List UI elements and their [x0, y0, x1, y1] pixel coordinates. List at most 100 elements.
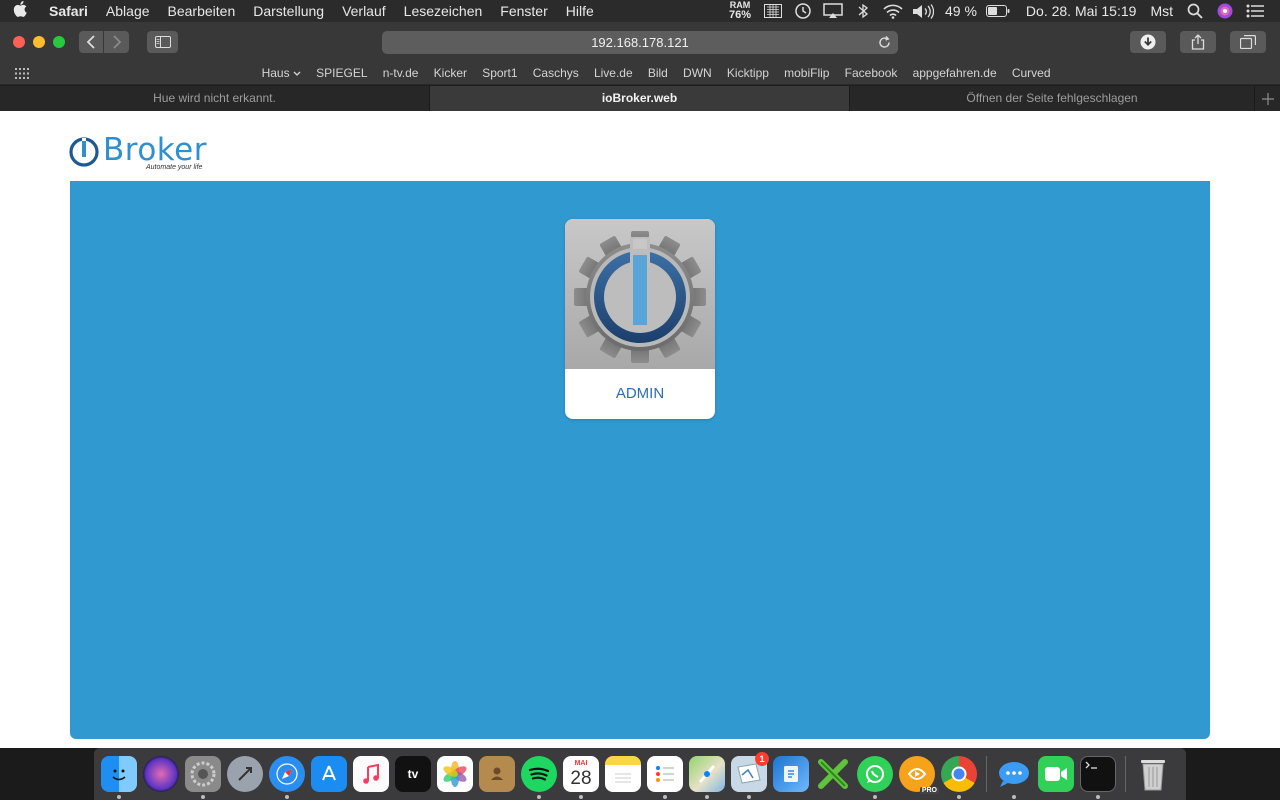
- dock-safari[interactable]: [266, 748, 308, 800]
- running-indicator: [663, 795, 667, 799]
- reminders-icon: [647, 756, 683, 792]
- user-name[interactable]: Mst: [1143, 0, 1180, 22]
- siri-icon[interactable]: [1210, 0, 1240, 22]
- dock-spotify[interactable]: [518, 748, 560, 800]
- menu-bearbeiten[interactable]: Bearbeiten: [159, 0, 245, 22]
- new-tab-button[interactable]: [1255, 86, 1280, 111]
- ram-monitor[interactable]: RAM 76%: [722, 1, 758, 21]
- tab-hue[interactable]: Hue wird nicht erkannt.: [0, 86, 430, 111]
- dock-finder[interactable]: [98, 748, 140, 800]
- dock-reminders[interactable]: [644, 748, 686, 800]
- battery-percentage[interactable]: 49 %: [938, 0, 984, 22]
- bluetooth-icon[interactable]: [848, 0, 878, 22]
- music-icon: [353, 756, 389, 792]
- downloads-button[interactable]: [1130, 31, 1166, 53]
- favorite-dwn[interactable]: DWN: [675, 62, 719, 85]
- cpu-grid-icon[interactable]: [758, 0, 788, 22]
- favorite-bild[interactable]: Bild: [640, 62, 675, 85]
- iobroker-logo[interactable]: Broker Automate your life: [69, 132, 229, 171]
- dock-app-store[interactable]: [308, 748, 350, 800]
- dock-calendar[interactable]: MAI 28: [560, 748, 602, 800]
- whatsapp-icon: [857, 756, 893, 792]
- download-icon: [1140, 34, 1156, 50]
- favorite-haus[interactable]: Haus: [254, 62, 309, 85]
- dock-xmind[interactable]: [812, 748, 854, 800]
- menu-ablage[interactable]: Ablage: [97, 0, 159, 22]
- forward-button[interactable]: [104, 31, 129, 53]
- menu-app-safari[interactable]: Safari: [40, 0, 97, 22]
- address-bar[interactable]: 192.168.178.121: [382, 31, 898, 54]
- fullscreen-window-button[interactable]: [53, 36, 65, 48]
- wifi-icon[interactable]: [878, 0, 908, 22]
- safari-icon: [269, 756, 305, 792]
- infuse-pro-label: PRO: [919, 787, 939, 794]
- running-indicator: [579, 795, 583, 799]
- favorite-label: Haus: [261, 66, 290, 80]
- reload-icon[interactable]: [878, 31, 892, 54]
- system-preferences-icon: [185, 756, 221, 792]
- share-button[interactable]: [1180, 31, 1216, 53]
- dock-facetime[interactable]: [1035, 748, 1077, 800]
- dock-terminal[interactable]: [1077, 748, 1119, 800]
- menu-fenster[interactable]: Fenster: [491, 0, 556, 22]
- airplay-icon[interactable]: [818, 0, 848, 22]
- menu-hilfe[interactable]: Hilfe: [557, 0, 603, 22]
- dock-apple-tv[interactable]: tv: [392, 748, 434, 800]
- running-indicator: [117, 795, 121, 799]
- photos-icon: [437, 756, 473, 792]
- battery-icon[interactable]: [984, 0, 1012, 22]
- siri-icon: [143, 756, 179, 792]
- minimize-window-button[interactable]: [33, 36, 45, 48]
- dock-photos[interactable]: [434, 748, 476, 800]
- menu-darstellung[interactable]: Darstellung: [244, 0, 333, 22]
- dock-infuse[interactable]: PRO: [896, 748, 939, 800]
- date-time[interactable]: Do. 28. Mai 15:19: [1012, 0, 1144, 22]
- apple-tv-icon: tv: [395, 756, 431, 792]
- time-machine-icon[interactable]: [788, 0, 818, 22]
- admin-tile[interactable]: ADMIN: [565, 219, 715, 419]
- favorite-kicker[interactable]: Kicker: [426, 62, 475, 85]
- dock-notes[interactable]: [602, 748, 644, 800]
- favorite-ntv[interactable]: n-tv.de: [375, 62, 426, 85]
- dock-music[interactable]: [350, 748, 392, 800]
- logo-text: Broker: [103, 132, 207, 168]
- favorite-mobiflip[interactable]: mobiFlip: [777, 62, 838, 85]
- dock-siri[interactable]: [140, 748, 182, 800]
- back-button[interactable]: [79, 31, 104, 53]
- dock-contacts[interactable]: [476, 748, 518, 800]
- favorite-kicktipp[interactable]: Kicktipp: [719, 62, 776, 85]
- notification-center-icon[interactable]: [1240, 0, 1270, 22]
- favorite-spiegel[interactable]: SPIEGEL: [309, 62, 376, 85]
- spotlight-search-icon[interactable]: [1180, 0, 1210, 22]
- dock-trash[interactable]: [1132, 748, 1174, 800]
- apple-menu-icon[interactable]: [0, 1, 40, 21]
- iobroker-gear-icon: [574, 231, 706, 363]
- dock-separator: [1125, 756, 1126, 792]
- close-window-button[interactable]: [13, 36, 25, 48]
- grid-icon[interactable]: [15, 67, 31, 79]
- tab-error-page[interactable]: Öffnen der Seite fehlgeschlagen: [850, 86, 1255, 111]
- dock-ios-app-installer[interactable]: [770, 748, 812, 800]
- dock-mail[interactable]: 1: [728, 748, 770, 800]
- favorite-appgefahren[interactable]: appgefahren.de: [905, 62, 1004, 85]
- tab-overview-button[interactable]: [1230, 31, 1266, 53]
- dock-maps[interactable]: [686, 748, 728, 800]
- dock-messages[interactable]: [993, 748, 1035, 800]
- sidebar-toggle-button[interactable]: [147, 31, 178, 53]
- dock-system-preferences[interactable]: [182, 748, 224, 800]
- mail-badge: 1: [755, 752, 769, 766]
- menu-verlauf[interactable]: Verlauf: [333, 0, 395, 22]
- favorite-sport1[interactable]: Sport1: [475, 62, 526, 85]
- dock-launchpad[interactable]: [224, 748, 266, 800]
- dock-whatsapp[interactable]: [854, 748, 896, 800]
- favorite-curved[interactable]: Curved: [1004, 62, 1058, 85]
- dock-chrome[interactable]: [938, 748, 980, 800]
- menu-lesezeichen[interactable]: Lesezeichen: [395, 0, 492, 22]
- favorite-facebook[interactable]: Facebook: [837, 62, 905, 85]
- tab-iobroker-web[interactable]: ioBroker.web: [430, 86, 850, 111]
- volume-icon[interactable]: [908, 0, 938, 22]
- favorite-caschys[interactable]: Caschys: [525, 62, 586, 85]
- running-indicator: [1096, 795, 1100, 799]
- menu-bar: Safari Ablage Bearbeiten Darstellung Ver…: [0, 0, 1280, 22]
- favorite-livede[interactable]: Live.de: [586, 62, 640, 85]
